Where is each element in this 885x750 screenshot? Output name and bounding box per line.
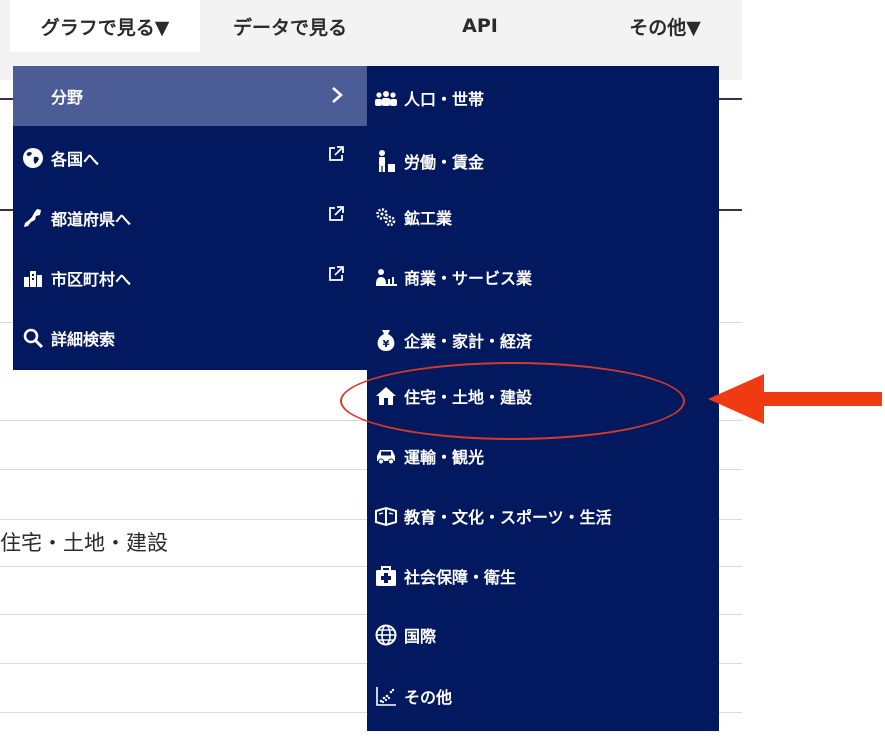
submenu-item-label: 商業・サービス業: [404, 269, 533, 288]
menu-item-prefectures[interactable]: 都道府県へ: [13, 188, 367, 248]
external-link-icon: [329, 206, 344, 221]
external-link-icon: [329, 146, 344, 161]
submenu-item-social-security-health[interactable]: 社会保障・衛生: [367, 546, 719, 606]
chevron-right-icon: [332, 87, 343, 103]
category-menu: 分野 各国へ 都道府県へ 市区町村へ 詳細検索: [13, 66, 367, 370]
menu-item-countries[interactable]: 各国へ: [13, 128, 367, 188]
submenu-item-label: 住宅・土地・建設: [404, 388, 533, 407]
car-icon: [373, 443, 399, 469]
external-link-icon: [329, 266, 344, 281]
books-icon: [373, 503, 399, 529]
submenu-item-label: 鉱工業: [404, 209, 453, 228]
red-arrow-annotation: [708, 374, 882, 424]
menu-item-label: 分野: [51, 88, 84, 107]
menu-item-advanced-search[interactable]: 詳細検索: [13, 308, 367, 368]
scatter-chart-icon: [373, 683, 399, 709]
nav-other-menu[interactable]: その他▼: [605, 0, 725, 52]
gears-icon: [373, 204, 399, 230]
menu-item-field[interactable]: 分野: [13, 66, 367, 126]
submenu-item-population[interactable]: 人口・世帯: [367, 68, 719, 128]
submenu-item-label: 社会保障・衛生: [404, 568, 517, 587]
house-icon: [373, 383, 399, 409]
nav-graph-menu[interactable]: グラフで見る▼: [10, 0, 200, 52]
prefecture-map-icon: [20, 205, 46, 231]
world-globe-icon: [373, 622, 399, 648]
menu-item-label: 詳細検索: [51, 330, 116, 349]
submenu-item-label: 国際: [404, 627, 437, 646]
submenu-item-commerce-services[interactable]: 商業・サービス業: [367, 247, 719, 307]
submenu-item-label: 人口・世帯: [404, 90, 485, 109]
nav-data-menu[interactable]: データで見る: [210, 0, 370, 52]
menu-item-label: 都道府県へ: [51, 210, 132, 229]
people-icon: [373, 85, 399, 111]
menu-item-label: 各国へ: [51, 150, 100, 169]
page-heading: 住宅・土地・建設: [0, 531, 168, 555]
field-submenu: 人口・世帯 労働・賃金 鉱工業 商業・サービス業 ¥ 企業・家計・経済 住宅・土…: [367, 66, 719, 731]
globe-icon: [20, 145, 46, 171]
submenu-item-label: その他: [404, 688, 453, 707]
medical-kit-icon: [373, 563, 399, 589]
submenu-item-international[interactable]: 国際: [367, 605, 719, 665]
svg-text:¥: ¥: [383, 339, 390, 350]
worker-icon: [373, 148, 399, 174]
submenu-item-housing-land-construction[interactable]: 住宅・土地・建設: [367, 366, 719, 426]
submenu-item-label: 労働・賃金: [404, 153, 485, 172]
menu-item-municipalities[interactable]: 市区町村へ: [13, 248, 367, 308]
nav-api-link[interactable]: API: [430, 0, 530, 52]
submenu-item-label: 企業・家計・経済: [404, 332, 533, 351]
submenu-item-mining-manufacturing[interactable]: 鉱工業: [367, 187, 719, 247]
search-icon: [20, 325, 46, 351]
submenu-item-label: 運輸・観光: [404, 448, 485, 467]
menu-item-label: 市区町村へ: [51, 270, 132, 289]
submenu-item-corporate-household-economy[interactable]: ¥ 企業・家計・経済: [367, 310, 719, 370]
submenu-item-other[interactable]: その他: [367, 666, 719, 726]
city-buildings-icon: [20, 265, 46, 291]
submenu-item-label: 教育・文化・スポーツ・生活: [404, 508, 612, 527]
submenu-item-education-culture-sports-life[interactable]: 教育・文化・スポーツ・生活: [367, 486, 719, 546]
submenu-item-transport-tourism[interactable]: 運輸・観光: [367, 426, 719, 486]
submenu-item-labor[interactable]: 労働・賃金: [367, 131, 719, 191]
shop-person-icon: [373, 264, 399, 290]
yen-bag-icon: ¥: [373, 327, 399, 353]
